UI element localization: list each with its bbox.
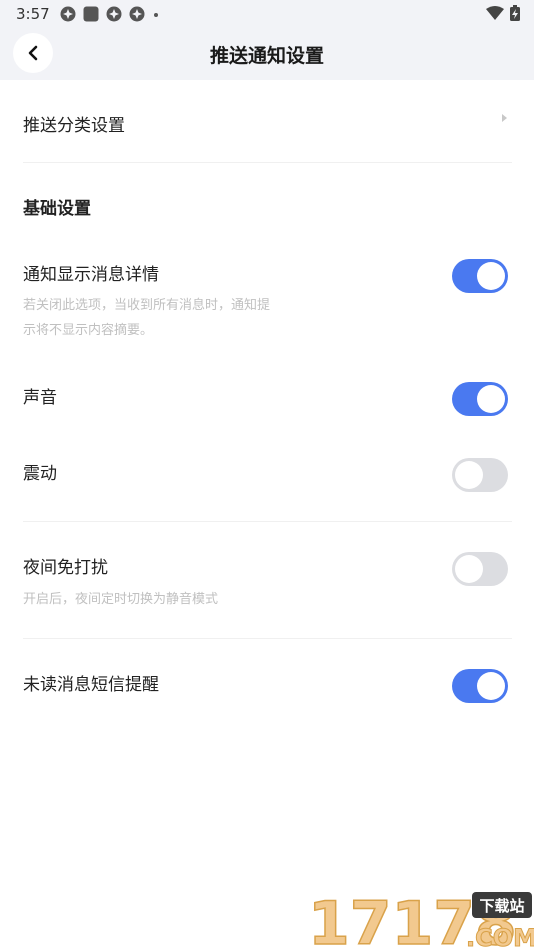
toggle-knob	[477, 672, 505, 700]
app-notification-icon	[106, 6, 122, 22]
chevron-right-icon	[502, 114, 507, 122]
setting-label-notification-details: 通知显示消息详情	[23, 265, 159, 285]
push-category-label: 推送分类设置	[23, 116, 125, 136]
status-time: 3:57	[16, 5, 50, 23]
setting-label-night-dnd: 夜间免打扰	[23, 558, 108, 578]
section-title-basic: 基础设置	[23, 199, 91, 219]
desc-line: 示将不显示内容摘要。	[23, 323, 154, 338]
divider	[23, 162, 512, 163]
system-icons	[486, 5, 520, 21]
status-bar: 3:57	[0, 0, 534, 28]
toggle-sound[interactable]	[452, 382, 508, 416]
header: 推送通知设置	[0, 28, 534, 80]
watermark-domain: .COM	[466, 924, 534, 950]
push-category-row[interactable]: 推送分类设置	[0, 96, 534, 148]
watermark-graphic: 17178 下载站 .COM	[307, 888, 534, 950]
more-dot-icon	[154, 13, 158, 17]
toggle-knob	[477, 385, 505, 413]
toggle-vibration[interactable]	[452, 458, 508, 492]
divider	[23, 521, 512, 522]
setting-desc-notification-details: 若关闭此选项，当收到所有消息时，通知提 示将不显示内容摘要。	[23, 293, 323, 343]
app-notification-icon	[129, 6, 145, 22]
desc-line: 开启后，夜间定时切换为静音模式	[23, 592, 219, 607]
watermark-site-label: 下载站	[479, 897, 524, 915]
toggle-knob	[455, 461, 483, 489]
notification-icons	[60, 6, 160, 22]
divider	[23, 638, 512, 639]
toggle-night-dnd[interactable]	[452, 552, 508, 586]
toggle-unread-sms[interactable]	[452, 669, 508, 703]
wifi-icon	[486, 6, 504, 20]
toggle-notification-details[interactable]	[452, 259, 508, 293]
setting-desc-night-dnd: 开启后，夜间定时切换为静音模式	[23, 587, 323, 612]
toggle-knob	[477, 262, 505, 290]
setting-label-sound: 声音	[23, 388, 57, 408]
page-title: 推送通知设置	[209, 45, 324, 67]
battery-charging-icon	[510, 5, 520, 21]
desc-line: 若关闭此选项，当收到所有消息时，通知提	[23, 298, 271, 313]
app-square-icon	[83, 6, 99, 22]
setting-label-unread-sms: 未读消息短信提醒	[23, 675, 159, 695]
setting-label-vibration: 震动	[23, 464, 57, 484]
toggle-knob	[455, 555, 483, 583]
app-notification-icon	[60, 6, 76, 22]
watermark-logo: 17178 下载站 .COM	[306, 884, 534, 950]
